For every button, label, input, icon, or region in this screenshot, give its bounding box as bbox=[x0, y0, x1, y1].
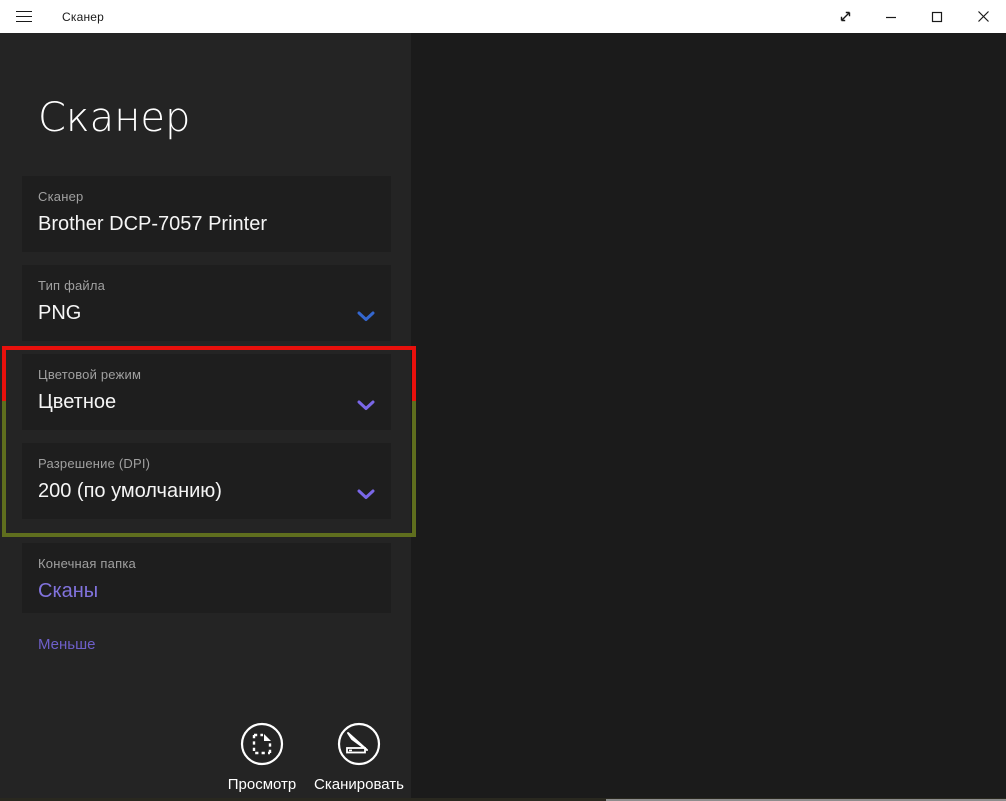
scanner-app-window: Сканер Сканер bbox=[0, 0, 1006, 801]
scanner-name-value: Brother DCP-7057 Printer bbox=[38, 213, 375, 236]
color-mode-label: Цветовой режим bbox=[38, 367, 375, 382]
page-title: Сканер bbox=[38, 95, 190, 141]
show-less-link[interactable]: Меньше bbox=[38, 636, 95, 653]
color-mode-value: Цветное bbox=[38, 391, 375, 414]
minimize-button[interactable] bbox=[868, 0, 914, 33]
chevron-down-icon bbox=[357, 400, 375, 411]
dpi-label: Разрешение (DPI) bbox=[38, 456, 375, 471]
fullscreen-button[interactable] bbox=[822, 0, 868, 33]
color-mode-dropdown[interactable]: Цветовой режим Цветное bbox=[22, 354, 391, 430]
file-type-label: Тип файла bbox=[38, 278, 375, 293]
window-title: Сканер bbox=[62, 10, 104, 24]
scan-button[interactable]: Сканировать bbox=[299, 721, 419, 793]
preview-icon bbox=[239, 721, 285, 767]
maximize-icon bbox=[931, 11, 943, 23]
maximize-button[interactable] bbox=[914, 0, 960, 33]
destination-folder-field: Конечная папка Сканы bbox=[22, 543, 391, 613]
minimize-icon bbox=[885, 11, 897, 23]
menu-button[interactable] bbox=[0, 0, 48, 33]
dpi-value: 200 (по умолчанию) bbox=[38, 480, 375, 503]
destination-folder-link[interactable]: Сканы bbox=[38, 580, 98, 603]
file-type-value: PNG bbox=[38, 302, 375, 325]
scanner-name-field: Сканер Brother DCP-7057 Printer bbox=[22, 176, 391, 252]
scanner-name-label: Сканер bbox=[38, 189, 375, 204]
chevron-down-icon bbox=[357, 489, 375, 500]
titlebar: Сканер bbox=[0, 0, 1006, 33]
file-type-dropdown[interactable]: Тип файла PNG bbox=[22, 265, 391, 341]
dpi-dropdown[interactable]: Разрешение (DPI) 200 (по умолчанию) bbox=[22, 443, 391, 519]
close-button[interactable] bbox=[960, 0, 1006, 33]
scan-button-label: Сканировать bbox=[299, 776, 419, 793]
chevron-down-icon bbox=[357, 311, 375, 322]
scan-preview-area bbox=[411, 33, 1006, 801]
scan-icon bbox=[336, 721, 382, 767]
hamburger-icon bbox=[16, 7, 32, 25]
fullscreen-icon bbox=[838, 9, 853, 24]
app-body: Сканер Сканер Brother DCP-7057 Printer Т… bbox=[0, 33, 1006, 801]
close-icon bbox=[977, 10, 990, 23]
destination-folder-label: Конечная папка bbox=[38, 556, 375, 571]
settings-panel: Сканер Сканер Brother DCP-7057 Printer Т… bbox=[0, 33, 411, 801]
